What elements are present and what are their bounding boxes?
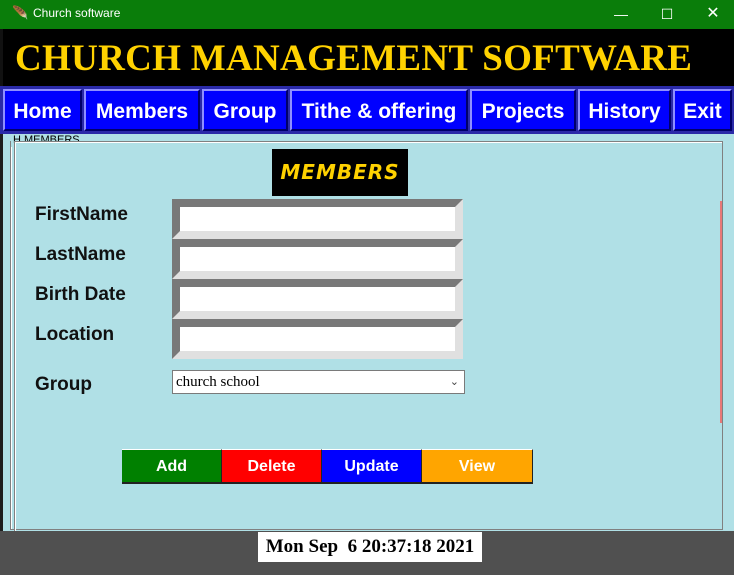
members-heading: MEMBERS xyxy=(272,149,408,196)
menu-group-button[interactable]: Group xyxy=(202,89,288,131)
birthdate-field-frame xyxy=(172,279,463,319)
date-time-display: Mon Sep 6 20:37:18 2021 xyxy=(258,532,482,562)
lastname-field-frame xyxy=(172,239,463,279)
menu-exit-button[interactable]: Exit xyxy=(673,89,732,131)
birthdate-label: Birth Date xyxy=(35,284,126,305)
chevron-down-icon: ⌄ xyxy=(449,375,459,388)
update-button[interactable]: Update xyxy=(322,449,422,484)
birthdate-input[interactable] xyxy=(180,287,455,311)
location-input[interactable] xyxy=(180,327,455,351)
group-selected-value: church school xyxy=(176,374,260,390)
group-select[interactable]: church school ⌄ xyxy=(172,370,465,394)
location-label: Location xyxy=(35,324,115,345)
menu-home-button[interactable]: Home xyxy=(3,89,82,131)
group-label: Group xyxy=(35,374,92,395)
maximize-button[interactable]: ☐ xyxy=(644,0,690,29)
app-title: CHURCH MANAGEMENT SOFTWARE xyxy=(15,38,693,79)
close-button[interactable]: ✕ xyxy=(690,0,734,29)
add-button[interactable]: Add xyxy=(122,449,222,484)
menu-members-button[interactable]: Members xyxy=(84,89,200,131)
delete-button[interactable]: Delete xyxy=(222,449,322,484)
location-field-frame xyxy=(172,319,463,359)
menu-tithe-offering-button[interactable]: Tithe & offering xyxy=(290,89,468,131)
minimize-button[interactable]: — xyxy=(598,0,644,29)
menu-history-button[interactable]: History xyxy=(578,89,671,131)
scrollbar-indicator xyxy=(720,201,722,423)
firstname-input[interactable] xyxy=(180,207,455,231)
view-button[interactable]: View xyxy=(422,449,533,484)
app-banner: CHURCH MANAGEMENT SOFTWARE xyxy=(0,29,734,86)
lastname-label: LastName xyxy=(35,244,126,265)
firstname-label: FirstName xyxy=(35,204,128,225)
title-bar: 🪶 Church software — ☐ ✕ xyxy=(0,0,734,29)
firstname-field-frame xyxy=(172,199,463,239)
feather-icon: 🪶 xyxy=(12,5,29,20)
menu-projects-button[interactable]: Projects xyxy=(470,89,576,131)
main-menu: Home Members Group Tithe & offering Proj… xyxy=(0,86,734,134)
window-title: Church software xyxy=(33,6,121,20)
lastname-input[interactable] xyxy=(180,247,455,271)
